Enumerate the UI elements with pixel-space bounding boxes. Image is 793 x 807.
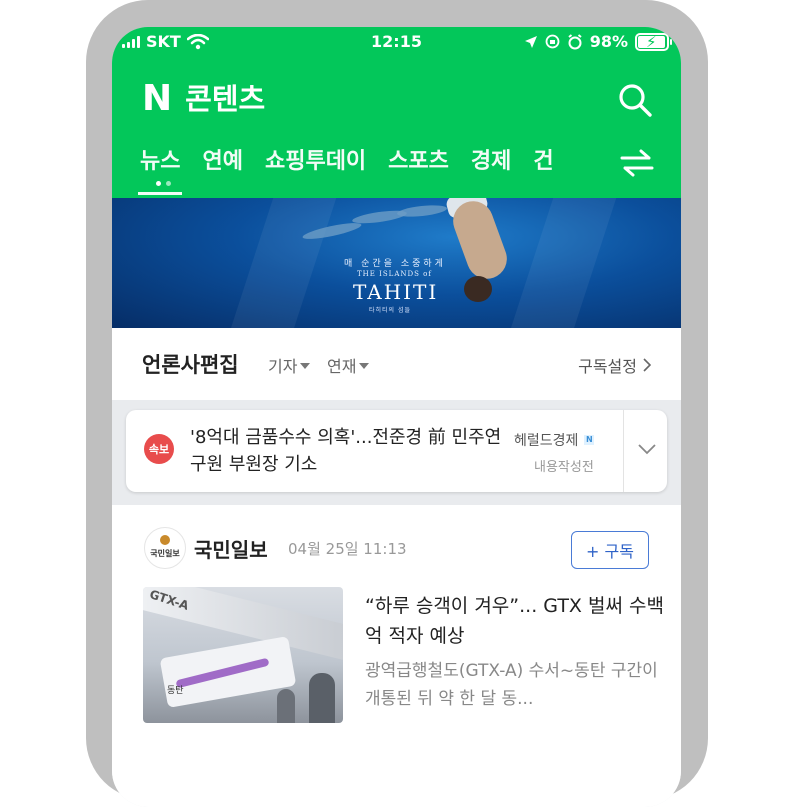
station-label: 동탄 [167,686,184,696]
banner-islands-text: THE ISLANDS of [357,270,432,278]
filter-reporter-dropdown[interactable]: 기자 [268,353,311,377]
status-right: 98% ⚡ [524,32,672,51]
tab-economy[interactable]: 경제 [471,145,511,179]
publisher-emblem-icon [160,535,170,545]
title-bar: N 콘텐츠 [142,79,265,119]
app-header: SKT 12:15 98% ⚡ N 콘텐츠 뉴스 연예 쇼핑투데이 스포츠 경제… [112,27,681,198]
banner-brand: TAHITI [353,280,439,304]
filter-series-label: 연재 [327,357,357,376]
tahiti-banner-ad[interactable]: 매 순간을 소중하게 THE ISLANDS of TAHITI 타히티의 섬들 [112,198,681,328]
caret-down-icon [300,363,311,369]
chevron-right-icon [643,358,651,372]
publisher-name[interactable]: 국민일보 [194,534,268,563]
tab-fade-overlay [562,137,612,187]
diver-figure [447,198,513,285]
filter-series-dropdown[interactable]: 연재 [327,353,370,377]
subscribe-button[interactable]: + 구독 [571,531,649,569]
breaking-source: 헤럴드경제 N [514,430,595,450]
banner-caption: 타히티의 섬들 [369,307,412,314]
article-card: 국민일보 국민일보 04월 25일 11:13 + 구독 GTX-A 동탄 “하… [112,505,681,807]
alarm-icon [568,33,582,49]
banner-subtitle: 매 순간을 소중하게 [344,259,446,269]
naver-logo[interactable]: N [142,79,172,119]
publisher-logo-text: 국민일보 [150,548,180,558]
filter-reporter-label: 기자 [268,357,298,376]
tab-shopping-today[interactable]: 쇼핑투데이 [265,145,366,179]
tab-health[interactable]: 건 [533,145,553,179]
breaking-news-card[interactable]: 속보 '8억대 금품수수 의혹'...전준경 前 민주연구원 부원장 기소 헤럴… [126,410,667,492]
swap-arrows-icon[interactable] [619,148,655,178]
article-headline[interactable]: “하루 승객이 겨우”... GTX 벌써 수백억 적자 예상 [365,591,665,651]
status-bar: SKT 12:15 98% ⚡ [112,27,681,57]
battery-icon: ⚡ [635,32,672,51]
publish-date: 04월 25일 11:13 [288,540,407,558]
breaking-source-name: 헤럴드경제 [514,433,579,449]
search-icon[interactable] [617,82,653,118]
breaking-headline[interactable]: '8억대 금품수수 의혹'...전준경 前 민주연구원 부원장 기소 [190,424,510,478]
article-summary[interactable]: 광역급행철도(GTX-A) 수서~동탄 구간이 개통된 뒤 약 한 달 동... [365,657,665,713]
breaking-badge: 속보 [144,434,174,464]
publisher-logo[interactable]: 국민일보 [144,527,186,569]
divider [623,410,624,492]
tab-news[interactable]: 뉴스 [137,145,183,195]
category-tabs: 뉴스 연예 쇼핑투데이 스포츠 경제 건 [137,145,554,195]
page-title: 콘텐츠 [185,82,266,116]
breaking-status-label: 내용작성전 [534,460,594,475]
passenger-figure [309,673,335,723]
tab-entertainment[interactable]: 연예 [202,145,242,179]
subscription-settings-label: 구독설정 [578,357,637,376]
tab-sports[interactable]: 스포츠 [388,145,449,179]
section-title: 언론사편집 [142,353,239,377]
location-arrow-icon [524,35,537,48]
tab-page-dots [156,181,171,186]
subscription-settings-link[interactable]: 구독설정 [578,353,651,377]
fish-shape [396,203,448,219]
battery-percent: 98% [589,32,628,51]
chevron-down-icon[interactable] [638,443,656,455]
rotation-lock-icon [545,34,560,49]
naver-news-mark-icon: N [584,435,595,445]
article-thumbnail[interactable]: GTX-A 동탄 [143,587,343,723]
app-screen: SKT 12:15 98% ⚡ N 콘텐츠 뉴스 연예 쇼핑투데이 스포츠 경제… [112,27,681,807]
charging-bolt-icon: ⚡ [646,32,657,51]
diver-head [464,276,492,302]
editor-section-header: 언론사편집 기자 연재 구독설정 [112,328,681,400]
caret-down-icon [359,363,370,369]
passenger-figure [277,689,295,723]
